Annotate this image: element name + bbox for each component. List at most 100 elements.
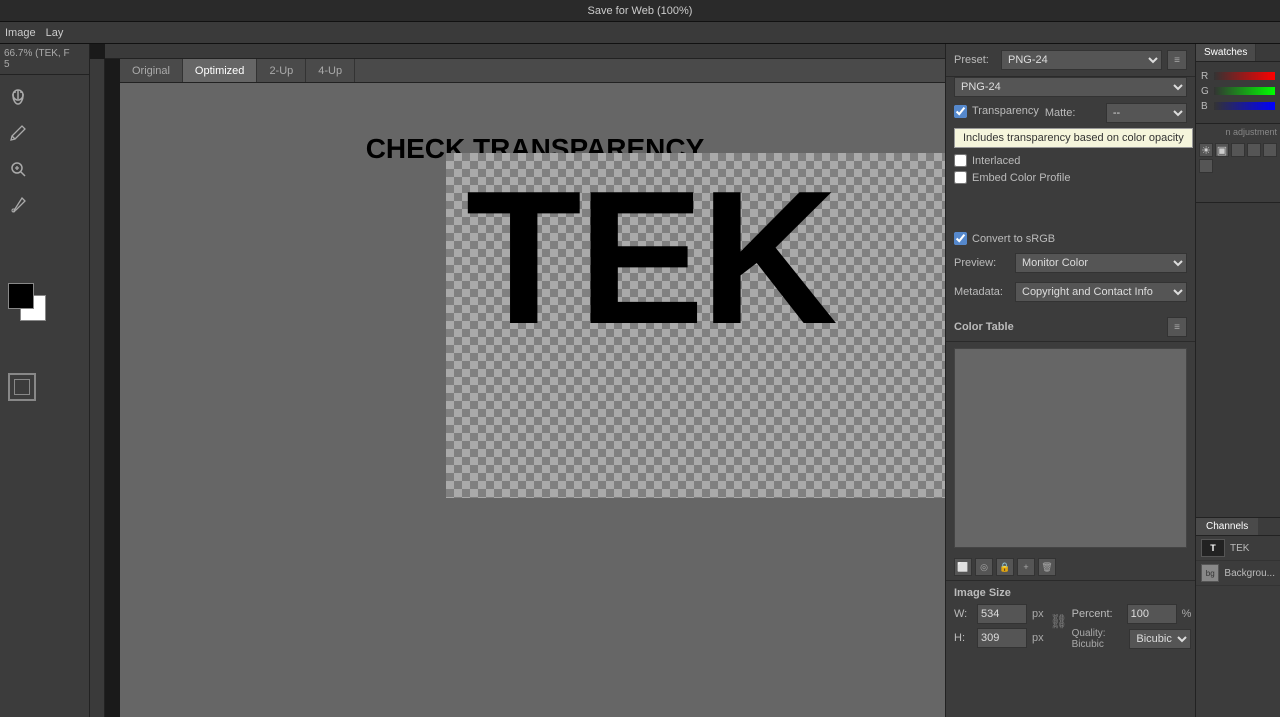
ct-icon-del[interactable]: 🗑 bbox=[1038, 558, 1056, 576]
height-label: H: bbox=[954, 632, 972, 644]
pencil-tool[interactable] bbox=[0, 115, 36, 151]
tab-optimized[interactable]: Optimized bbox=[183, 59, 258, 82]
height-input[interactable] bbox=[977, 628, 1027, 648]
embed-color-label: Embed Color Profile bbox=[972, 172, 1070, 184]
convert-srgb-checkbox[interactable] bbox=[954, 232, 967, 245]
tek-text: TEK bbox=[466, 163, 834, 353]
height-row: H: px bbox=[954, 628, 1044, 648]
green-bar-row: G bbox=[1201, 85, 1275, 97]
ct-icon-2[interactable]: ◎ bbox=[975, 558, 993, 576]
menu-image[interactable]: Image bbox=[5, 27, 36, 39]
color-table-header: Color Table ≡ bbox=[946, 313, 1195, 342]
foreground-swatch[interactable] bbox=[8, 283, 34, 309]
red-label: R bbox=[1201, 71, 1211, 82]
window-title: Save for Web (100%) bbox=[588, 5, 693, 17]
top-bar: Save for Web (100%) bbox=[0, 0, 1280, 22]
interlaced-row: Interlaced bbox=[954, 154, 1187, 167]
color-swatches bbox=[8, 283, 58, 333]
matte-label: Matte: bbox=[1045, 107, 1100, 119]
ct-icon-add[interactable]: + bbox=[1017, 558, 1035, 576]
quality-select[interactable]: Bicubic bbox=[1129, 629, 1191, 649]
layer-item-tek[interactable]: T TEK bbox=[1196, 536, 1280, 561]
quality-label: Quality: Bicubic bbox=[1072, 628, 1122, 650]
transparency-tooltip: Includes transparency based on color opa… bbox=[954, 128, 1193, 148]
bottom-panel-tabs: Channels bbox=[1196, 518, 1280, 536]
format-select[interactable]: PNG-24 bbox=[954, 77, 1187, 97]
metadata-row: Metadata: Copyright and Contact Info bbox=[946, 282, 1195, 308]
color-table-title: Color Table bbox=[954, 321, 1014, 333]
layer-thumb-tek: T bbox=[1201, 539, 1225, 557]
preview-select[interactable]: Monitor Color bbox=[1015, 253, 1187, 273]
adj-icon-4[interactable] bbox=[1247, 143, 1261, 157]
embed-color-row: Embed Color Profile bbox=[954, 171, 1187, 184]
adj-icon-3[interactable] bbox=[1231, 143, 1245, 157]
matte-select[interactable]: -- bbox=[1106, 103, 1187, 123]
rgb-bars: R G B bbox=[1196, 62, 1280, 123]
green-gradient bbox=[1214, 87, 1275, 95]
tab-channels[interactable]: Channels bbox=[1196, 518, 1258, 535]
width-input[interactable] bbox=[977, 604, 1027, 624]
image-size-section: Image Size W: px H: px ⛓ Percent: bbox=[946, 580, 1195, 660]
adj-icon-6[interactable] bbox=[1199, 159, 1213, 173]
adj-icon-2[interactable]: ▣ bbox=[1215, 143, 1229, 157]
ct-icon-lock[interactable]: 🔒 bbox=[996, 558, 1014, 576]
left-sidebar: 66.7% (TEK, F 5 bbox=[0, 44, 90, 717]
canvas-image: TEK bbox=[446, 153, 950, 498]
preset-row: Preset: PNG-24 ≡ bbox=[946, 44, 1195, 77]
transparency-checkbox[interactable] bbox=[954, 105, 967, 118]
format-row: PNG-24 bbox=[946, 77, 1195, 103]
color-table-icons: ⬜ ◎ 🔒 + 🗑 bbox=[946, 554, 1195, 580]
color-table-menu[interactable]: ≡ bbox=[1167, 317, 1187, 337]
percent-input[interactable] bbox=[1127, 604, 1177, 624]
preset-select[interactable]: PNG-24 bbox=[1001, 50, 1162, 70]
layer-item-background[interactable]: bg Backgrou... bbox=[1196, 561, 1280, 586]
eyedropper-tool[interactable] bbox=[0, 187, 36, 223]
ruler-vertical bbox=[90, 59, 105, 717]
canvas-area: Original Optimized 2-Up 4-Up TEK CHECK T… bbox=[120, 59, 950, 717]
width-row: W: px bbox=[954, 604, 1044, 624]
zoom-info: 66.7% (TEK, F 5 bbox=[0, 44, 89, 75]
tab-original[interactable]: Original bbox=[120, 59, 183, 82]
adj-icon-5[interactable] bbox=[1263, 143, 1277, 157]
convert-srgb-check-row: Convert to sRGB bbox=[954, 232, 1187, 245]
color-table-area bbox=[954, 348, 1187, 548]
transparency-matte-row: Transparency Matte: -- Includes transpar… bbox=[946, 103, 1195, 192]
link-dimensions-icon[interactable]: ⛓ bbox=[1051, 606, 1067, 636]
blue-label: B bbox=[1201, 101, 1211, 112]
percent-label: Percent: bbox=[1072, 608, 1122, 620]
menu-lay[interactable]: Lay bbox=[46, 27, 64, 39]
adj-icon-1[interactable]: ☀ bbox=[1199, 143, 1213, 157]
red-bar-row: R bbox=[1201, 70, 1275, 82]
view-tabs: Original Optimized 2-Up 4-Up bbox=[120, 59, 950, 83]
zoom-tool[interactable] bbox=[0, 151, 36, 187]
image-size-title: Image Size bbox=[954, 587, 1187, 599]
tab-swatches[interactable]: Swatches bbox=[1196, 44, 1256, 61]
tab-2up[interactable]: 2-Up bbox=[257, 59, 306, 82]
right-panel-tabs: Swatches bbox=[1196, 44, 1280, 62]
layer-thumb-bg: bg bbox=[1201, 564, 1219, 582]
metadata-select[interactable]: Copyright and Contact Info bbox=[1015, 282, 1187, 302]
quality-row: Quality: Bicubic Bicubic bbox=[1072, 628, 1192, 650]
tab-4up[interactable]: 4-Up bbox=[306, 59, 355, 82]
transparency-label: Transparency bbox=[972, 105, 1039, 117]
preset-label: Preset: bbox=[954, 54, 996, 66]
metadata-label: Metadata: bbox=[954, 286, 1009, 298]
width-label: W: bbox=[954, 608, 972, 620]
percent-row: Percent: % bbox=[1072, 604, 1192, 624]
interlaced-label: Interlaced bbox=[972, 155, 1020, 167]
bottom-layers-panel: Channels T TEK bg Backgrou... bbox=[1196, 517, 1280, 717]
green-label: G bbox=[1201, 86, 1211, 97]
red-gradient bbox=[1214, 72, 1275, 80]
ct-icon-1[interactable]: ⬜ bbox=[954, 558, 972, 576]
layer-name-background: Backgrou... bbox=[1224, 568, 1275, 579]
adjustment-label: n adjustment bbox=[1196, 124, 1280, 140]
embed-color-checkbox[interactable] bbox=[954, 171, 967, 184]
right-settings-panel: Preset: PNG-24 ≡ PNG-24 Transparency Mat… bbox=[945, 44, 1195, 717]
frame-tool[interactable] bbox=[8, 373, 89, 401]
blue-gradient bbox=[1214, 102, 1275, 110]
convert-srgb-row: Convert to sRGB bbox=[946, 232, 1195, 253]
preset-menu-btn[interactable]: ≡ bbox=[1167, 50, 1187, 70]
interlaced-checkbox[interactable] bbox=[954, 154, 967, 167]
hand-tool[interactable] bbox=[0, 79, 36, 115]
preview-label: Preview: bbox=[954, 257, 1009, 269]
